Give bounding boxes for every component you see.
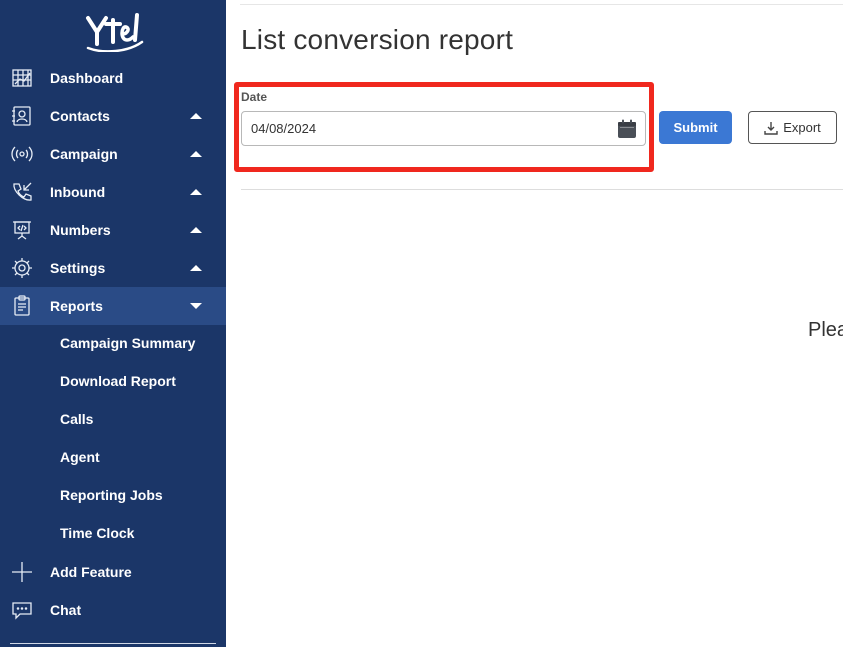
campaign-icon (11, 143, 33, 165)
chevron-up-icon[interactable] (190, 113, 202, 119)
chevron-down-icon[interactable] (190, 303, 202, 309)
sidebar-item-campaign[interactable]: Campaign (0, 135, 226, 173)
sidebar: Dashboard Contacts Campaign Inbound Numb… (0, 0, 226, 647)
gear-icon (11, 257, 33, 279)
sidebar-divider (10, 643, 216, 644)
date-label: Date (241, 90, 268, 104)
plus-icon (11, 561, 33, 583)
export-button[interactable]: Export (748, 111, 837, 144)
reports-icon (11, 295, 33, 317)
content-divider (241, 189, 843, 190)
sidebar-item-settings[interactable]: Settings (0, 249, 226, 287)
sidebar-item-label: Contacts (50, 108, 110, 124)
numbers-icon (11, 219, 33, 241)
date-field[interactable] (241, 111, 646, 146)
submit-button[interactable]: Submit (659, 111, 732, 144)
main-content: List conversion report Date Submit Expor… (226, 0, 843, 647)
dashboard-icon (11, 67, 33, 89)
sidebar-subitem-agent[interactable]: Agent (0, 438, 226, 476)
contacts-icon (11, 105, 33, 127)
sidebar-subitem-download-report[interactable]: Download Report (0, 362, 226, 400)
sidebar-subitem-calls[interactable]: Calls (0, 400, 226, 438)
chevron-up-icon[interactable] (190, 227, 202, 233)
sidebar-item-label: Add Feature (50, 564, 132, 580)
top-divider (240, 4, 843, 5)
export-label: Export (783, 120, 821, 135)
sidebar-item-dashboard[interactable]: Dashboard (0, 59, 226, 97)
sidebar-item-inbound[interactable]: Inbound (0, 173, 226, 211)
page-title: List conversion report (241, 24, 514, 55)
sidebar-subitem-campaign-summary[interactable]: Campaign Summary (0, 324, 226, 362)
sidebar-item-contacts[interactable]: Contacts (0, 97, 226, 135)
download-icon (764, 121, 778, 135)
sidebar-item-numbers[interactable]: Numbers (0, 211, 226, 249)
sidebar-item-label: Settings (50, 260, 106, 276)
chevron-up-icon[interactable] (190, 189, 202, 195)
sidebar-item-label: Inbound (50, 184, 106, 200)
chevron-up-icon[interactable] (190, 151, 202, 157)
sidebar-subitem-time-clock[interactable]: Time Clock (0, 514, 226, 552)
sidebar-item-chat[interactable]: Chat (0, 591, 226, 629)
chevron-up-icon[interactable] (190, 265, 202, 271)
placeholder-message: Plea (808, 319, 843, 341)
ytel-logo[interactable] (84, 10, 146, 52)
calendar-icon[interactable] (617, 119, 637, 139)
sidebar-item-label: Chat (50, 602, 82, 618)
sidebar-item-label: Campaign (50, 146, 118, 162)
chat-icon (11, 599, 33, 621)
sidebar-item-label: Dashboard (50, 70, 124, 86)
inbound-icon (11, 181, 33, 203)
sidebar-subitem-reporting-jobs[interactable]: Reporting Jobs (0, 476, 226, 514)
sidebar-item-label: Numbers (50, 222, 111, 238)
date-input[interactable] (251, 121, 611, 136)
sidebar-item-add-feature[interactable]: Add Feature (0, 553, 226, 591)
sidebar-item-label: Reports (50, 298, 103, 314)
sidebar-item-reports[interactable]: Reports (0, 287, 226, 325)
